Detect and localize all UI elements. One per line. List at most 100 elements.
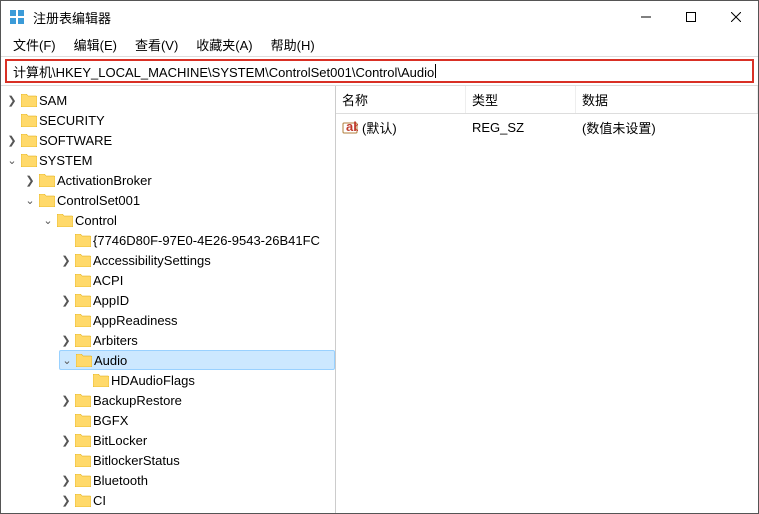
menu-help[interactable]: 帮助(H)	[263, 33, 323, 56]
folder-icon	[75, 394, 91, 407]
folder-icon	[75, 474, 91, 487]
tree-item-bgfx[interactable]: ❯BGFX	[59, 410, 335, 430]
folder-icon	[21, 154, 37, 167]
menu-file[interactable]: 文件(F)	[5, 33, 64, 56]
tree-label: CI	[93, 493, 106, 508]
tree-label: AppID	[93, 293, 129, 308]
chevron-right-icon[interactable]: ❯	[59, 333, 73, 347]
menu-view[interactable]: 查看(V)	[127, 33, 186, 56]
folder-icon	[21, 114, 37, 127]
chevron-right-icon[interactable]: ❯	[59, 473, 73, 487]
menu-edit[interactable]: 编辑(E)	[66, 33, 125, 56]
tree-item-controlset001[interactable]: ⌄ControlSet001	[23, 190, 335, 210]
tree-label: BackupRestore	[93, 393, 182, 408]
tree-label: Bluetooth	[93, 473, 148, 488]
tree-item-guid[interactable]: ❯{7746D80F-97E0-4E26-9543-26B41FC	[59, 230, 335, 250]
tree-label: BitlockerStatus	[93, 453, 180, 468]
tree-item-arbiters[interactable]: ❯ Arbiters	[59, 330, 335, 350]
tree-item-accessibility[interactable]: ❯ AccessibilitySettings	[59, 250, 335, 270]
folder-icon	[75, 414, 91, 427]
tree-item-software[interactable]: ❯SOFTWARE	[5, 130, 335, 150]
tree-item-sam[interactable]: ❯ SAM	[5, 90, 335, 110]
folder-icon	[76, 354, 92, 367]
value-row[interactable]: ab (默认) REG_SZ (数值未设置)	[336, 114, 758, 141]
svg-text:ab: ab	[346, 120, 358, 134]
folder-icon	[75, 254, 91, 267]
tree-item-backuprestore[interactable]: ❯ BackupRestore	[59, 390, 335, 410]
tree-item-control[interactable]: ⌄Control	[41, 210, 335, 230]
folder-icon	[75, 234, 91, 247]
tree-item-audio[interactable]: ⌄ Audio	[59, 350, 335, 370]
tree-label: ActivationBroker	[57, 173, 152, 188]
folder-icon	[75, 334, 91, 347]
address-text: 计算机\HKEY_LOCAL_MACHINE\SYSTEM\ControlSet…	[13, 62, 434, 81]
values-pane[interactable]: 名称 类型 数据 ab (默认) REG_SZ (数值未设置)	[336, 86, 758, 513]
chevron-down-icon[interactable]: ⌄	[23, 193, 37, 207]
minimize-button[interactable]	[623, 1, 668, 33]
caret-icon	[435, 64, 436, 78]
tree-label: {7746D80F-97E0-4E26-9543-26B41FC	[93, 233, 320, 248]
address-input[interactable]: 计算机\HKEY_LOCAL_MACHINE\SYSTEM\ControlSet…	[5, 59, 754, 83]
app-icon	[9, 9, 25, 25]
tree-label: ACPI	[93, 273, 123, 288]
tree-item-bitlocker[interactable]: ❯BitLocker	[59, 430, 335, 450]
string-value-icon: ab	[342, 120, 358, 136]
folder-icon	[75, 294, 91, 307]
tree-label: AccessibilitySettings	[93, 253, 211, 268]
menu-favorites[interactable]: 收藏夹(A)	[188, 33, 260, 56]
chevron-right-icon[interactable]: ❯	[59, 493, 73, 507]
folder-icon	[39, 194, 55, 207]
col-data[interactable]: 数据	[576, 86, 758, 113]
chevron-down-icon[interactable]: ⌄	[60, 353, 74, 367]
tree-item-ci[interactable]: ❯ CI	[59, 490, 335, 510]
col-name[interactable]: 名称	[336, 86, 466, 113]
content-area: ❯SAM ❯SECURITY ❯SOFTWARE ⌄SYSTEM ❯Activa…	[1, 85, 758, 513]
chevron-right-icon[interactable]: ❯	[59, 393, 73, 407]
folder-icon	[21, 134, 37, 147]
tree-item-acpi[interactable]: ❯ACPI	[59, 270, 335, 290]
chevron-right-icon[interactable]: ❯	[59, 293, 73, 307]
tree-item-bluetooth[interactable]: ❯ Bluetooth	[59, 470, 335, 490]
chevron-down-icon[interactable]: ⌄	[5, 153, 19, 167]
chevron-right-icon[interactable]: ❯	[23, 173, 37, 187]
close-button[interactable]	[713, 1, 758, 33]
titlebar: 注册表编辑器	[1, 1, 758, 33]
folder-icon	[21, 94, 37, 107]
tree-item-appreadiness[interactable]: ❯AppReadiness	[59, 310, 335, 330]
tree-pane[interactable]: ❯SAM ❯SECURITY ❯SOFTWARE ⌄SYSTEM ❯Activa…	[1, 86, 336, 513]
folder-icon	[75, 314, 91, 327]
folder-icon	[93, 374, 109, 387]
value-name: (默认)	[362, 118, 397, 137]
tree-item-security[interactable]: ❯SECURITY	[5, 110, 335, 130]
folder-icon	[75, 494, 91, 507]
tree-label: AppReadiness	[93, 313, 178, 328]
tree-item-activationbroker[interactable]: ❯ ActivationBroker	[23, 170, 335, 190]
tree-item-hdaudioflags[interactable]: ❯HDAudioFlags	[77, 370, 335, 390]
list-header: 名称 类型 数据	[336, 86, 758, 114]
menubar: 文件(F) 编辑(E) 查看(V) 收藏夹(A) 帮助(H)	[1, 33, 758, 57]
chevron-right-icon[interactable]: ❯	[59, 253, 73, 267]
tree-item-system[interactable]: ⌄ SYSTEM	[5, 150, 335, 170]
folder-icon	[75, 434, 91, 447]
tree-label: Arbiters	[93, 333, 138, 348]
folder-icon	[39, 174, 55, 187]
tree-label: BGFX	[93, 413, 128, 428]
tree-label: SECURITY	[39, 113, 105, 128]
tree-item-appid[interactable]: ❯ AppID	[59, 290, 335, 310]
value-data: (数值未设置)	[576, 116, 758, 139]
col-type[interactable]: 类型	[466, 86, 576, 113]
tree-label: SAM	[39, 93, 67, 108]
value-type: REG_SZ	[466, 116, 576, 139]
tree-label: Audio	[94, 353, 127, 368]
window-controls	[623, 1, 758, 33]
value-name-cell: ab (默认)	[336, 116, 466, 139]
addressbar-container: 计算机\HKEY_LOCAL_MACHINE\SYSTEM\ControlSet…	[1, 57, 758, 85]
tree-item-bitlockerstatus[interactable]: ❯BitlockerStatus	[59, 450, 335, 470]
chevron-down-icon[interactable]: ⌄	[41, 213, 55, 227]
tree-label: SYSTEM	[39, 153, 92, 168]
chevron-right-icon[interactable]: ❯	[59, 433, 73, 447]
maximize-button[interactable]	[668, 1, 713, 33]
chevron-right-icon[interactable]: ❯	[5, 133, 19, 147]
tree-label: HDAudioFlags	[111, 373, 195, 388]
chevron-right-icon[interactable]: ❯	[5, 93, 19, 107]
